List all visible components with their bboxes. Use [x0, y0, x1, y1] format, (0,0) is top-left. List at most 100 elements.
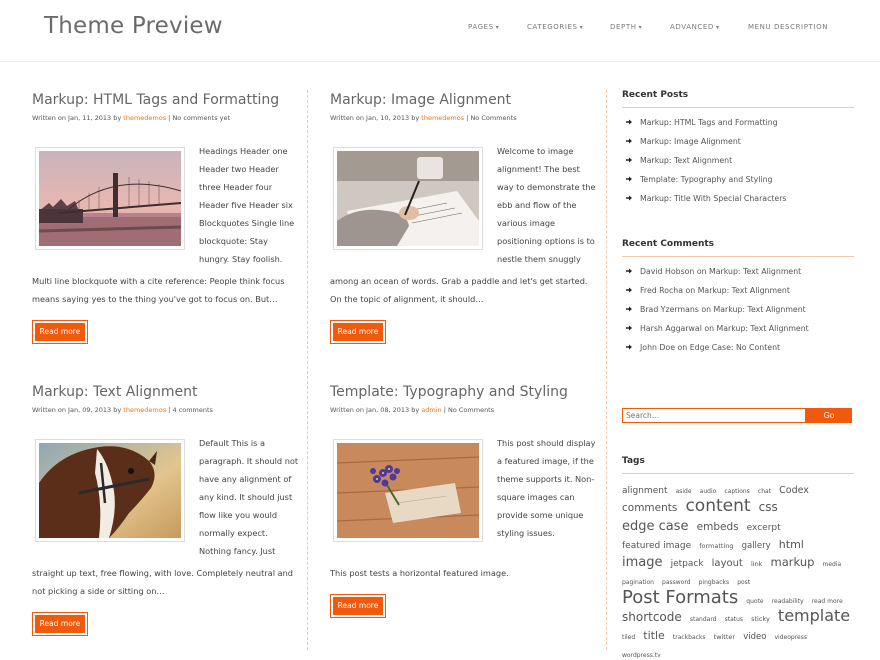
- tag-link[interactable]: pingbacks: [699, 579, 729, 586]
- post-author-link[interactable]: admin: [421, 406, 441, 414]
- recent-post-item[interactable]: Markup: Text Alignment: [622, 156, 854, 175]
- post-thumbnail[interactable]: [35, 439, 185, 542]
- post-thumbnail[interactable]: [35, 147, 185, 250]
- comment-post-link[interactable]: Markup: Text Alignment: [698, 286, 790, 295]
- tag-link[interactable]: captions: [724, 488, 749, 495]
- tag-link[interactable]: css: [759, 500, 778, 514]
- post-author-link[interactable]: themedemos: [421, 114, 464, 122]
- tag-link[interactable]: status: [725, 616, 743, 624]
- recent-post-item[interactable]: Markup: HTML Tags and Formatting: [622, 118, 854, 137]
- tag-link[interactable]: videopress: [775, 634, 807, 641]
- tag-link[interactable]: image: [622, 555, 663, 570]
- recent-post-link[interactable]: Markup: Image Alignment: [640, 137, 741, 146]
- tag-link[interactable]: quote: [746, 598, 763, 605]
- comment-author[interactable]: Harsh Aggarwal: [640, 324, 702, 333]
- comment-author[interactable]: David Hobson: [640, 267, 694, 276]
- comment-post-link[interactable]: Edge Case: No Content: [690, 343, 780, 352]
- comment-on-text: on: [694, 267, 710, 276]
- tag-link[interactable]: excerpt: [747, 523, 781, 533]
- tag-link[interactable]: formatting: [699, 542, 733, 550]
- search-button[interactable]: Go: [806, 408, 852, 423]
- recent-post-item[interactable]: Markup: Title With Special Characters: [622, 194, 854, 213]
- tag-link[interactable]: jetpack: [671, 559, 704, 569]
- post-title[interactable]: Template: Typography and Styling: [330, 384, 592, 400]
- recent-post-link[interactable]: Markup: Text Alignment: [640, 156, 732, 165]
- tag-link[interactable]: content: [685, 496, 750, 516]
- tag-link[interactable]: html: [779, 538, 804, 551]
- recent-post-link[interactable]: Template: Typography and Styling: [640, 175, 772, 184]
- nav-item-pages[interactable]: PAGES ▾: [468, 23, 499, 31]
- tag-link[interactable]: readability: [772, 598, 804, 605]
- recent-post-item[interactable]: Markup: Image Alignment: [622, 137, 854, 156]
- tag-link[interactable]: layout: [712, 558, 743, 569]
- tag-link[interactable]: title: [643, 629, 665, 642]
- read-more-button[interactable]: Read more: [32, 612, 88, 636]
- tag-link[interactable]: standard: [690, 616, 717, 624]
- tag-link[interactable]: alignment: [622, 486, 667, 496]
- read-more-button[interactable]: Read more: [330, 320, 386, 344]
- search-form: Go: [622, 408, 852, 423]
- post-author-link[interactable]: themedemos: [123, 114, 166, 122]
- recent-post-link[interactable]: Markup: HTML Tags and Formatting: [640, 118, 778, 127]
- tag-link[interactable]: sticky: [751, 615, 770, 623]
- tag-link[interactable]: pagination: [622, 579, 654, 586]
- post-author-link[interactable]: themedemos: [123, 406, 166, 414]
- tag-link[interactable]: gallery: [742, 541, 771, 551]
- comment-author[interactable]: Brad Yzermans: [640, 305, 699, 314]
- tag-link[interactable]: comments: [622, 502, 677, 514]
- tag-link[interactable]: wordpress.tv: [622, 652, 661, 659]
- post-thumbnail[interactable]: [333, 439, 483, 542]
- tag-link[interactable]: embeds: [697, 521, 739, 533]
- tag-link[interactable]: media: [823, 561, 842, 568]
- tag-link[interactable]: featured image: [622, 541, 691, 551]
- tag-link[interactable]: edge case: [622, 519, 689, 534]
- tag-link[interactable]: aside: [676, 488, 692, 495]
- read-more-button[interactable]: Read more: [32, 320, 88, 344]
- tag-link[interactable]: twitter: [714, 633, 735, 641]
- recent-comment-item: Brad Yzermans on Markup: Text Alignment: [622, 305, 854, 324]
- tag-link[interactable]: post: [737, 579, 750, 586]
- tag-link[interactable]: audio: [700, 488, 717, 495]
- post-comments-link[interactable]: No comments yet: [172, 114, 230, 122]
- comment-post-link[interactable]: Markup: Text Alignment: [709, 267, 801, 276]
- post-meta: Written on Jan, 10, 2013 by themedemos |…: [330, 114, 592, 122]
- recent-post-item[interactable]: Template: Typography and Styling: [622, 175, 854, 194]
- search-input[interactable]: [622, 408, 806, 423]
- post-comments-link[interactable]: 4 comments: [172, 406, 212, 414]
- post-title[interactable]: Markup: Image Alignment: [330, 92, 592, 108]
- recent-post-link[interactable]: Markup: Title With Special Characters: [640, 194, 786, 203]
- comment-post-link[interactable]: Markup: Text Alignment: [714, 305, 806, 314]
- tag-link[interactable]: trackbacks: [673, 634, 706, 641]
- nav-item-advanced[interactable]: ADVANCED ▾: [670, 23, 720, 31]
- tag-link[interactable]: chat: [758, 488, 771, 495]
- comment-on-text: on: [683, 286, 698, 295]
- arrow-right-icon: [626, 287, 632, 293]
- comment-post-link[interactable]: Markup: Text Alignment: [717, 324, 809, 333]
- comment-author[interactable]: John Doe: [640, 343, 675, 352]
- tag-link[interactable]: link: [751, 560, 763, 568]
- tag-link[interactable]: tiled: [622, 634, 635, 641]
- comment-author[interactable]: Fred Rocha: [640, 286, 683, 295]
- nav-item-menu-description[interactable]: MENU DESCRIPTION: [748, 23, 828, 31]
- tag-link[interactable]: read more: [812, 598, 843, 605]
- post-thumbnail[interactable]: [333, 147, 483, 250]
- tag-link[interactable]: markup: [771, 555, 815, 569]
- tag-link[interactable]: password: [662, 579, 691, 586]
- arrow-right-icon: [626, 268, 632, 274]
- site-title[interactable]: Theme Preview: [44, 13, 223, 39]
- tag-link[interactable]: video: [743, 632, 766, 642]
- nav-item-categories[interactable]: CATEGORIES ▾: [527, 23, 583, 31]
- post-title[interactable]: Markup: Text Alignment: [32, 384, 294, 400]
- recent-comments-list: David Hobson on Markup: Text Alignment F…: [622, 267, 854, 362]
- nav-item-depth[interactable]: DEPTH ▾: [610, 23, 642, 31]
- post-comments-link[interactable]: No Comments: [448, 406, 494, 414]
- post-comments-link[interactable]: No Comments: [470, 114, 516, 122]
- read-more-label: Read more: [35, 323, 85, 341]
- tag-link[interactable]: Codex: [779, 485, 809, 496]
- post-date: Written on Jan, 09, 2013 by: [32, 406, 122, 414]
- tag-link[interactable]: Post Formats: [622, 587, 738, 608]
- tag-link[interactable]: template: [778, 606, 850, 625]
- tag-link[interactable]: shortcode: [622, 610, 682, 624]
- read-more-button[interactable]: Read more: [330, 594, 386, 618]
- post-title[interactable]: Markup: HTML Tags and Formatting: [32, 92, 294, 108]
